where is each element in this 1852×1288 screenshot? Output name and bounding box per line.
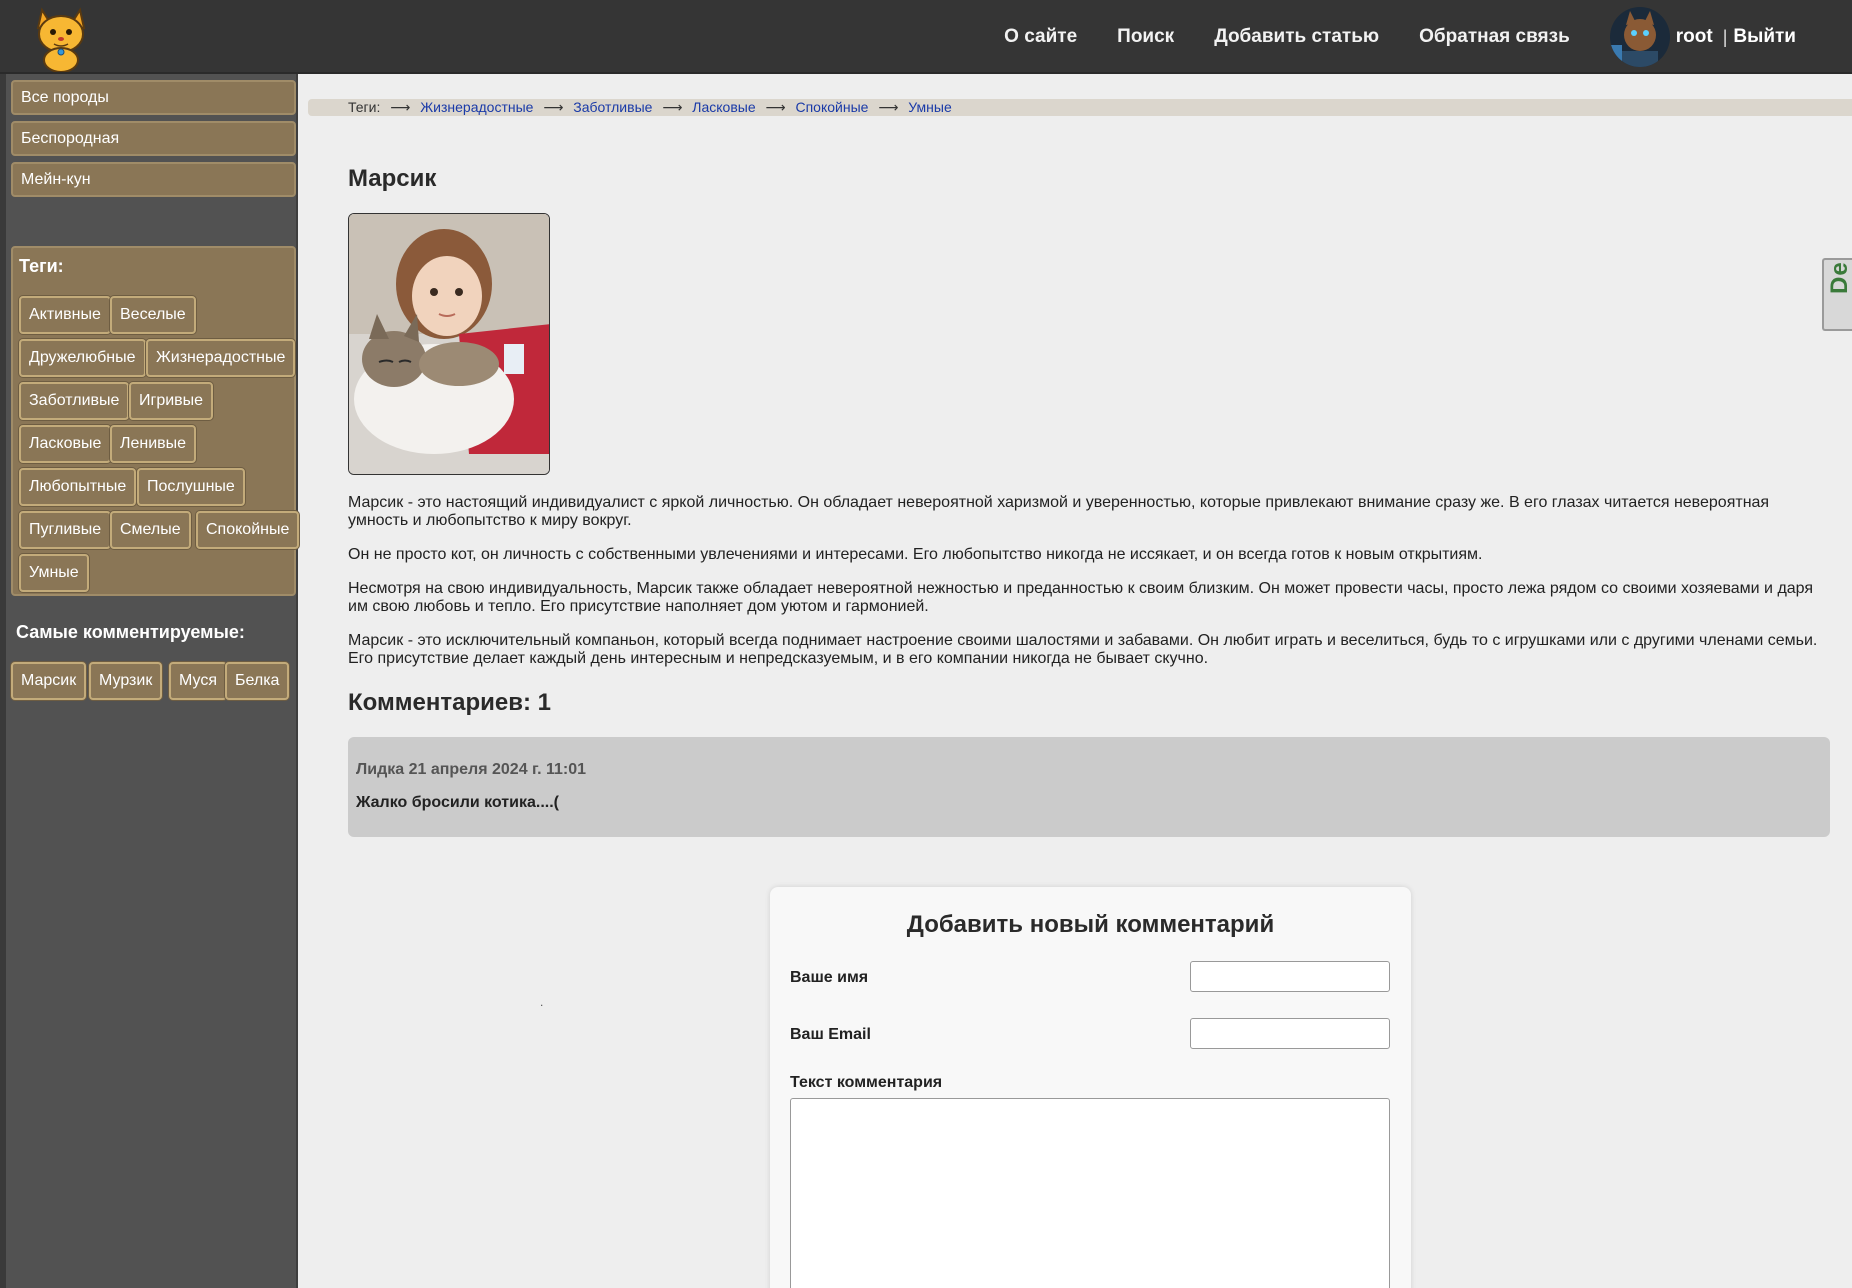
breadcrumb-arrow: ⟶ [543,99,564,115]
sidebar: Все породы Беспородная Мейн-кун Теги: Ак… [0,74,300,1288]
email-field[interactable] [1190,1018,1390,1049]
popular-item-musya[interactable]: Муся [169,662,227,700]
article-photo [348,213,550,475]
breadcrumb-arrow: ⟶ [390,99,411,115]
tags-panel: Теги: Активные Веселые Дружелюбные Жизне… [11,246,300,596]
breadcrumb-arrow: ⟶ [765,99,786,115]
breadcrumb-tag-smart[interactable]: Умные [908,99,951,115]
breadcrumb-tag-caring[interactable]: Заботливые [573,99,652,115]
comment-text-label: Текст комментария [790,1074,943,1091]
tags-title: Теги: [19,256,64,276]
tag-shy[interactable]: Пугливые [19,511,112,549]
tag-affectionate[interactable]: Ласковые [19,425,112,463]
username[interactable]: root [1676,26,1713,48]
separator: | [1722,26,1728,47]
tag-friendly[interactable]: Дружелюбные [19,339,146,377]
nav-search[interactable]: Поиск [1117,26,1174,48]
comment-item: Лидка 21 апреля 2024 г. 11:01 Жалко брос… [348,737,1830,837]
breadcrumb-tag-calm[interactable]: Спокойные [795,99,868,115]
nav-about[interactable]: О сайте [1004,26,1077,48]
category-maine-coon[interactable]: Мейн-кун [11,162,296,197]
breadcrumb-tag-joyful[interactable]: Жизнерадостные [420,99,533,115]
comment-textarea[interactable] [790,1098,1390,1288]
tag-obedient[interactable]: Послушные [137,468,245,506]
name-label: Ваше имя [790,969,869,986]
breadcrumb-arrow: ⟶ [878,99,899,115]
category-mixed[interactable]: Беспородная [11,121,296,156]
breadcrumb: Теги: ⟶ Жизнерадостные ⟶ Заботливые ⟶ Ла… [308,99,1852,116]
page-title: Марсик [348,165,437,192]
tag-brave[interactable]: Смелые [110,511,191,549]
tag-calm[interactable]: Спокойные [196,511,300,549]
tag-caring[interactable]: Заботливые [19,382,130,420]
logout-link[interactable]: Выйти [1733,26,1796,48]
comment-text: Жалко бросили котика....( [356,794,559,811]
tag-curious[interactable]: Любопытные [19,468,137,506]
name-field[interactable] [1190,961,1390,992]
article-paragraph: Несмотря на свою индивидуальность, Марси… [348,580,1814,615]
breadcrumb-label: Теги: [348,99,381,115]
email-label: Ваш Email [790,1026,871,1043]
article-paragraph: Он не просто кот, он личность с собствен… [348,546,1483,563]
comments-count: Комментариев: 1 [348,689,551,716]
article-body: Марсик - это настоящий индивидуалист с я… [348,494,1828,684]
form-title: Добавить новый комментарий [906,911,1275,938]
popular-title: Самые комментируемые: [16,622,245,642]
main-nav: О сайте Поиск Добавить статью Обратная с… [1004,0,1852,74]
extension-label: DeDT [1826,258,1852,294]
tag-active[interactable]: Активные [19,296,111,334]
nav-add-article[interactable]: Добавить статью [1214,26,1379,48]
popular-item-belka[interactable]: Белка [225,662,290,700]
tag-smart[interactable]: Умные [19,554,89,592]
breadcrumb-arrow: ⟶ [662,99,683,115]
comment-form: Добавить новый комментарий Ваше имя Ваш … [770,887,1411,1288]
stray-dot: . [540,995,544,1009]
top-header: О сайте Поиск Добавить статью Обратная с… [0,0,1852,74]
tag-joyful[interactable]: Жизнерадостные [146,339,296,377]
cat-logo-icon[interactable] [30,2,92,73]
popular-item-marsik[interactable]: Марсик [11,662,87,700]
tag-playful[interactable]: Игривые [129,382,214,420]
comment-meta: Лидка 21 апреля 2024 г. 11:01 [356,761,587,778]
tag-lazy[interactable]: Ленивые [110,425,197,463]
article-paragraph: Марсик - это настоящий индивидуалист с я… [348,494,1770,529]
avatar[interactable] [1609,7,1670,67]
breadcrumb-tag-affectionate[interactable]: Ласковые [692,99,755,115]
user-menu: root | Выйти [1609,7,1836,67]
popular-item-murzik[interactable]: Мурзик [89,662,163,700]
tag-cheerful[interactable]: Веселые [110,296,196,334]
category-all-breeds[interactable]: Все породы [11,80,296,115]
extension-side-tab[interactable]: DeDT [1822,258,1852,331]
article-paragraph: Марсик - это исключительный компаньон, к… [348,632,1818,667]
nav-feedback[interactable]: Обратная связь [1419,26,1570,48]
